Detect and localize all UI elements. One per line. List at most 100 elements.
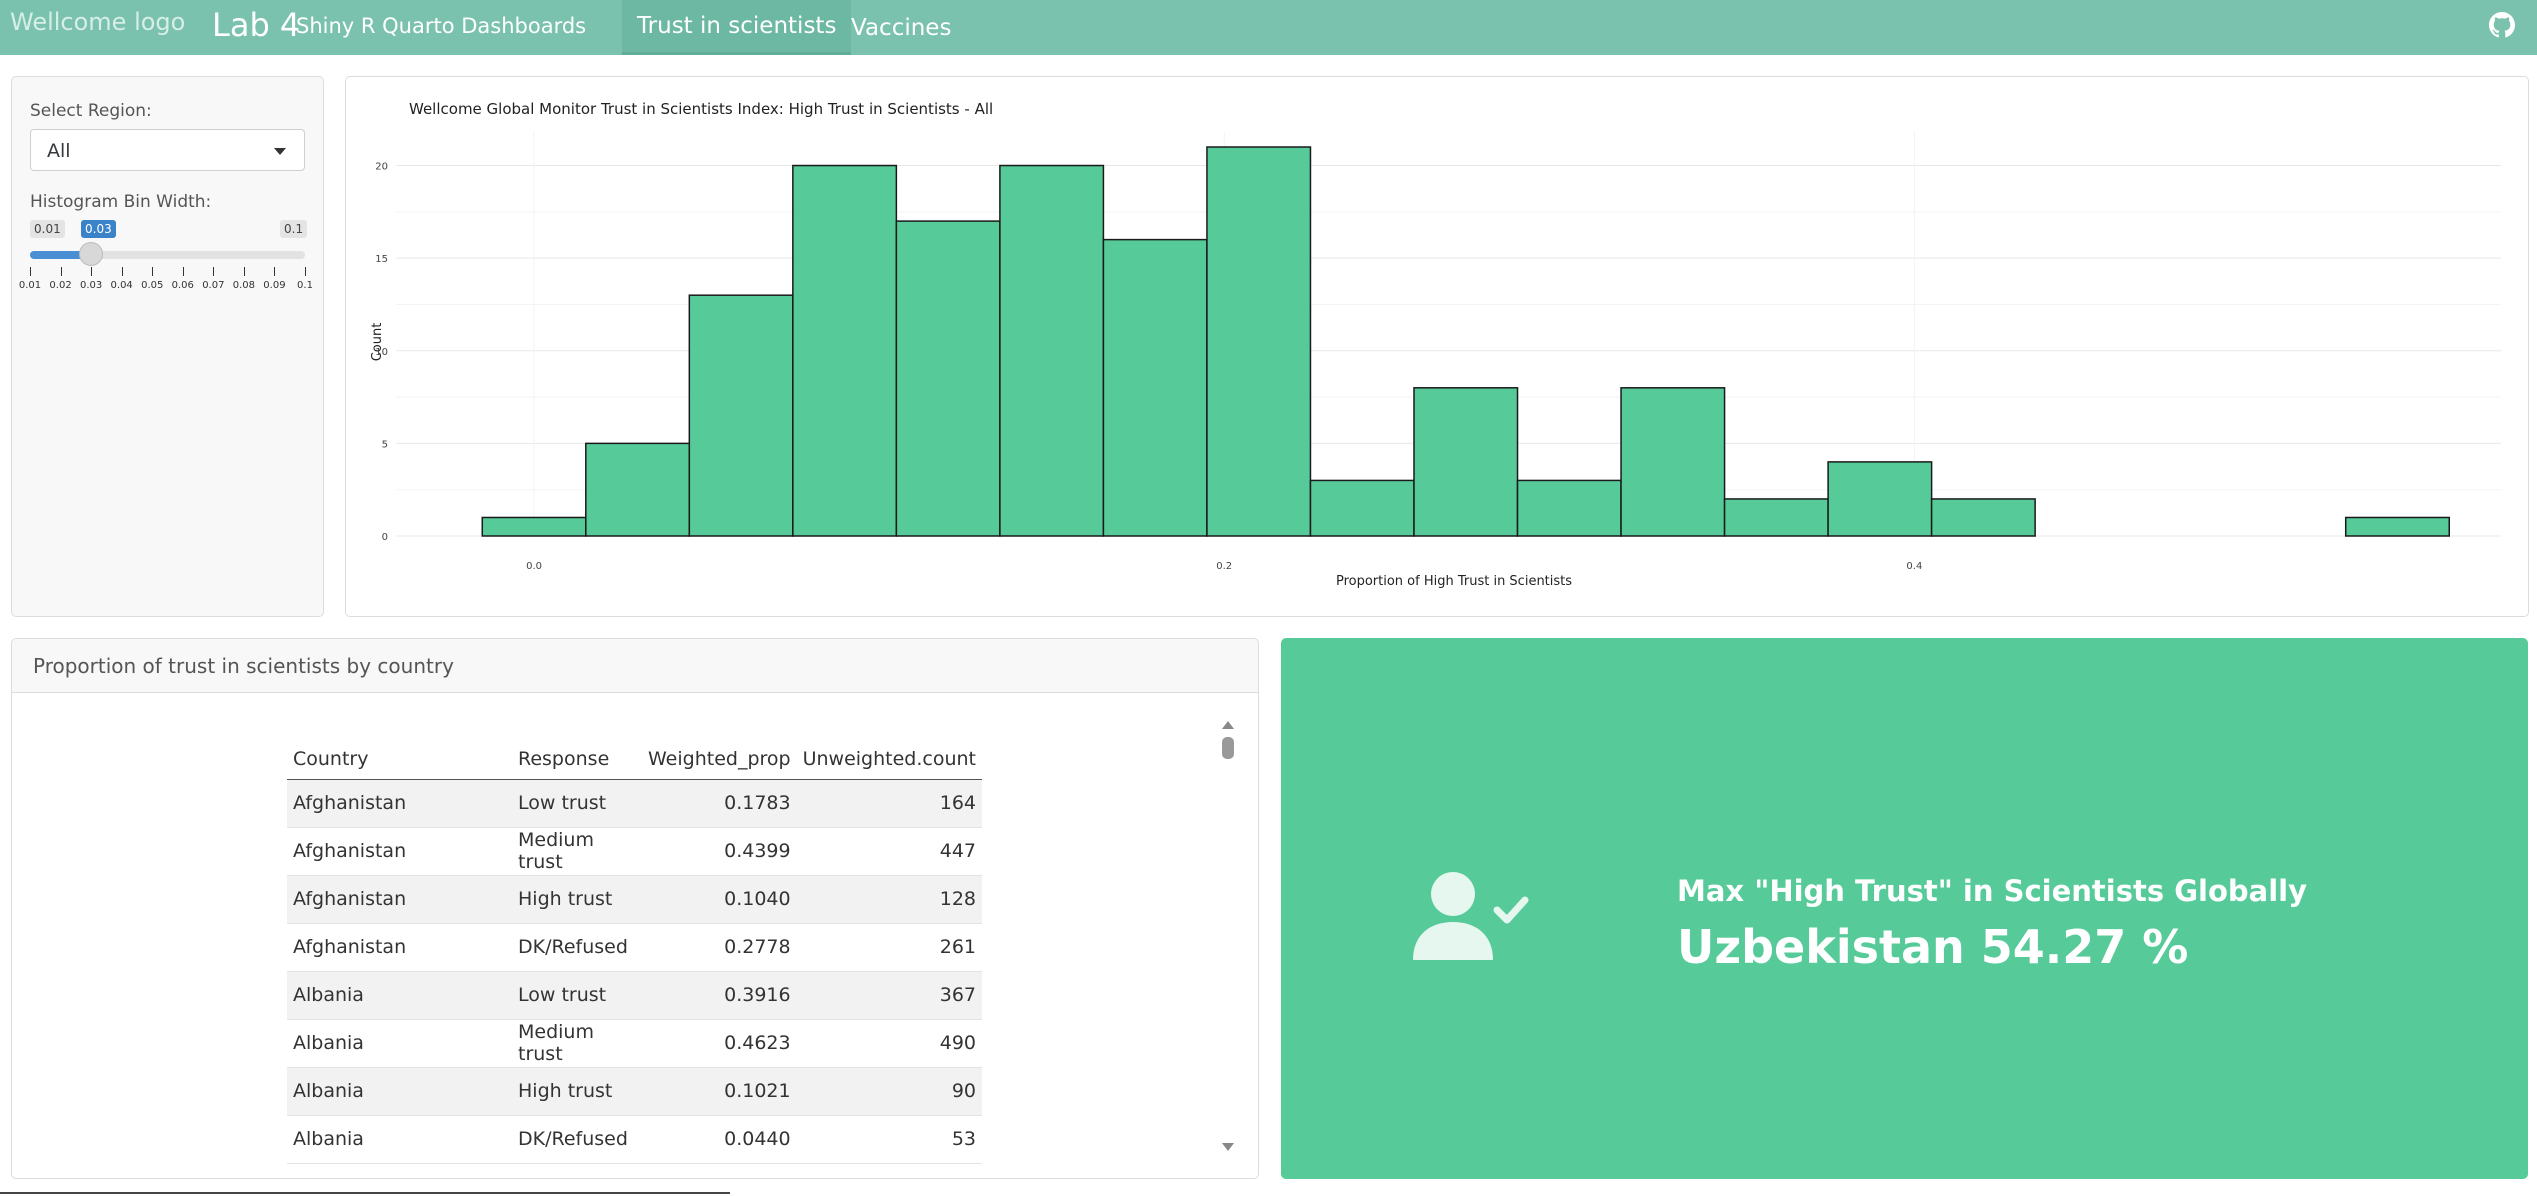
dashboard-title: Lab 4 (212, 6, 301, 44)
slider-tick-mark (213, 267, 215, 276)
slider-tick-mark (60, 267, 62, 276)
cell-response: Medium trust (512, 827, 642, 876)
slider-tick-mark (91, 267, 93, 276)
histogram-bar (1102, 238, 1208, 537)
scrollbar-thumb[interactable] (1222, 737, 1234, 759)
cell-unweighted-count: 90 (796, 1067, 982, 1116)
slider-tick-mark (243, 267, 245, 276)
slider-tick-label: 0.06 (171, 280, 194, 291)
histogram-bars (481, 146, 2450, 537)
page-divider (0, 1192, 730, 1194)
x-tick-label: 0.4 (1906, 561, 1922, 572)
table-header-row: Country Response Weighted_prop Unweighte… (287, 737, 982, 780)
bin-width-label: Histogram Bin Width: (30, 192, 212, 212)
cell-weighted-prop: 0.2778 (642, 923, 797, 972)
cell-unweighted-count: 164 (796, 779, 982, 828)
histogram-bar (1827, 461, 1933, 537)
column-header-response[interactable]: Response (512, 737, 642, 780)
tab-vaccines[interactable]: Vaccines (836, 0, 966, 55)
histogram-bar (999, 164, 1105, 537)
histogram-bar (481, 516, 587, 537)
table-row[interactable]: Afghanistan Medium trust 0.4399 447 (287, 827, 982, 876)
table-row[interactable]: Afghanistan DK/Refused 0.2778 261 (287, 923, 982, 972)
table-row[interactable]: Afghanistan High trust 0.1040 128 (287, 875, 982, 924)
cell-weighted-prop: 0.3916 (642, 971, 797, 1020)
cell-country: Afghanistan (287, 923, 512, 972)
wellcome-logo[interactable]: Wellcome logo (10, 8, 185, 36)
cell-weighted-prop: 0.1021 (642, 1067, 797, 1116)
column-header-weighted-prop[interactable]: Weighted_prop (642, 737, 797, 780)
scroll-down-arrow-icon[interactable] (1222, 1143, 1234, 1151)
histogram-bar (585, 442, 691, 537)
cell-unweighted-count: 128 (796, 875, 982, 924)
cell-weighted-prop: 0.4623 (642, 1019, 797, 1068)
cell-unweighted-count: 490 (796, 1019, 982, 1068)
slider-tick-mark (30, 267, 31, 276)
cell-unweighted-count: 367 (796, 971, 982, 1020)
histogram-bar (1620, 387, 1726, 537)
cell-response: High trust (512, 875, 642, 924)
slider-tick-label: 0.03 (79, 280, 103, 291)
y-tick-label: 15 (375, 254, 388, 265)
y-tick-label: 20 (375, 162, 388, 173)
tab-trust-in-scientists[interactable]: Trust in scientists (622, 0, 852, 55)
value-box-title: Max "High Trust" in Scientists Globally (1677, 874, 2307, 908)
slider-tick-label: 0.09 (263, 280, 286, 291)
column-header-unweighted-count[interactable]: Unweighted.count (796, 737, 982, 780)
cell-country: Afghanistan (287, 875, 512, 924)
table-row[interactable]: Afghanistan Low trust 0.1783 164 (287, 779, 982, 828)
cell-unweighted-count: 447 (796, 827, 982, 876)
table-row[interactable]: Albania DK/Refused 0.0440 53 (287, 1115, 982, 1164)
histogram-bar (1930, 498, 2036, 537)
slider-value-label: 0.03 (81, 220, 116, 238)
column-header-country[interactable]: Country (287, 737, 512, 780)
cell-country: Albania (287, 971, 512, 1020)
region-label: Select Region: (30, 101, 152, 121)
histogram-bar (1723, 498, 1829, 537)
slider-tick-label: 0.02 (49, 280, 72, 291)
dashboard-subtitle: Shiny R Quarto Dashboards (296, 14, 587, 38)
cell-weighted-prop: 0.0440 (642, 1115, 797, 1164)
chevron-down-icon (274, 148, 286, 155)
histogram-bar (2344, 516, 2450, 537)
y-tick-label: 10 (375, 347, 388, 358)
histogram-card: Wellcome Global Monitor Trust in Scienti… (345, 76, 2529, 617)
slider-tick-label: 0.05 (141, 280, 164, 291)
slider-tick-mark (305, 267, 306, 276)
x-tick-label: 0.0 (526, 561, 542, 572)
scroll-up-arrow-icon[interactable] (1222, 721, 1234, 729)
x-axis-label: Proportion of High Trust in Scientists (1336, 574, 1572, 589)
table-card: Proportion of trust in scientists by cou… (11, 638, 1259, 1179)
cell-weighted-prop: 0.1040 (642, 875, 797, 924)
slider-tick-mark (152, 267, 154, 276)
slider-handle[interactable] (79, 242, 104, 266)
y-tick-label: 5 (382, 439, 388, 450)
cell-country: Albania (287, 1067, 512, 1116)
table-row[interactable]: Albania Medium trust 0.4623 490 (287, 1019, 982, 1068)
slider-tick-mark (182, 267, 184, 276)
cell-country: Afghanistan (287, 779, 512, 828)
slider-tick-mark (121, 267, 123, 276)
navbar: Wellcome logo Lab 4 Shiny R Quarto Dashb… (0, 0, 2537, 55)
histogram-bar (792, 164, 898, 537)
slider-tick-mark (274, 267, 276, 276)
x-tick-label: 0.2 (1216, 561, 1232, 572)
table-row[interactable]: Albania Low trust 0.3916 367 (287, 971, 982, 1020)
cell-country: Albania (287, 1019, 512, 1068)
histogram-bar (1516, 479, 1622, 537)
cell-unweighted-count: 53 (796, 1115, 982, 1164)
slider-tick-label: 0.07 (202, 280, 225, 291)
region-select-value: All (47, 140, 71, 162)
github-icon[interactable] (2489, 12, 2515, 38)
cell-response: High trust (512, 1067, 642, 1116)
slider-tick-label: 0.04 (110, 280, 133, 291)
table-row[interactable]: Albania High trust 0.1021 90 (287, 1067, 982, 1116)
region-select[interactable]: All (30, 129, 305, 171)
cell-response: Medium trust (512, 1019, 642, 1068)
cell-response: Low trust (512, 971, 642, 1020)
cell-country: Afghanistan (287, 827, 512, 876)
chart-title: Wellcome Global Monitor Trust in Scienti… (409, 100, 993, 118)
sidebar: Select Region: All Histogram Bin Width: … (11, 76, 324, 617)
value-box-value: Uzbekistan 54.27 % (1677, 920, 2189, 974)
histogram-bar (688, 294, 794, 537)
